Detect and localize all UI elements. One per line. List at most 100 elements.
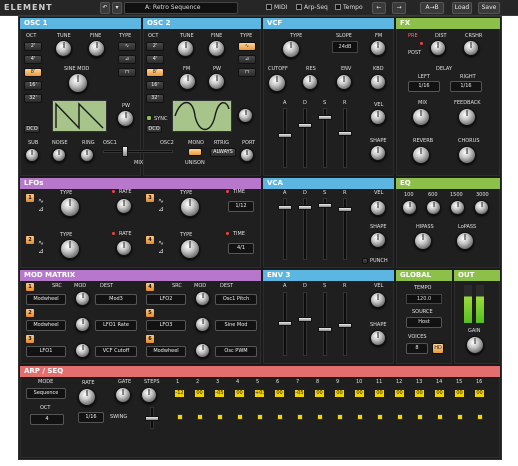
crshr-knob[interactable] [463, 40, 479, 56]
osc1-oct-16[interactable]: 16' [24, 81, 42, 90]
lfo2-rate-led[interactable] [112, 232, 115, 235]
port-knob[interactable] [240, 148, 254, 162]
lfo4-time-led[interactable] [226, 232, 229, 235]
step-value[interactable]: 00 [394, 389, 405, 398]
step-value[interactable]: 00 [414, 389, 425, 398]
vca-decay-fader[interactable] [298, 198, 312, 260]
osc2-oct-16[interactable]: 16' [146, 81, 164, 90]
osc1-dco-button[interactable]: DCO [24, 125, 40, 133]
mod-row4-amount-knob[interactable] [195, 291, 210, 306]
step-toggle[interactable] [417, 414, 423, 420]
eq-100-knob[interactable] [402, 200, 417, 215]
osc2-dco-button[interactable]: DCO [146, 125, 162, 133]
mod-row2-amount-knob[interactable] [75, 317, 90, 332]
mod-row6-dest[interactable]: Osc PWM [215, 346, 257, 357]
vcf-slope-display[interactable]: 24dB [332, 41, 358, 53]
vcf-release-fader[interactable] [338, 108, 352, 168]
sub-knob[interactable] [25, 148, 39, 162]
osc2-oct-8[interactable]: 8' [146, 68, 164, 77]
arp-swing-handle[interactable] [145, 416, 159, 421]
osc1-wave-pulse[interactable]: ⊓ [118, 68, 136, 77]
step-value[interactable]: 00 [454, 389, 465, 398]
next-preset-button[interactable]: → [392, 2, 406, 14]
vcf-shape-knob[interactable] [370, 145, 386, 161]
delay-right-select[interactable]: 1/16 [450, 81, 482, 92]
reverb-knob[interactable] [412, 146, 430, 164]
osc2-tune-knob[interactable] [177, 40, 194, 57]
step-toggle[interactable] [217, 414, 223, 420]
mod-row5-source[interactable]: LFO3 [146, 320, 186, 331]
vcf-fm-knob[interactable] [370, 40, 386, 56]
arp-swing-fader[interactable] [145, 407, 159, 429]
vca-sustain-handle[interactable] [318, 203, 332, 208]
osc2-wave-pulse[interactable]: ⊓ [238, 68, 256, 77]
step-toggle[interactable] [237, 414, 243, 420]
mod-row2-dest[interactable]: LFO1 Rate [95, 320, 137, 331]
tempo-display[interactable]: 120.0 [406, 294, 442, 304]
env3-shape-knob[interactable] [370, 330, 386, 346]
lopass-knob[interactable] [456, 232, 474, 250]
hipass-knob[interactable] [414, 232, 432, 250]
vca-punch-toggle[interactable] [362, 258, 368, 264]
vca-shape-knob[interactable] [370, 232, 386, 248]
arp-steps-knob[interactable] [141, 387, 157, 403]
mod-row1-source[interactable]: Modwheel [26, 294, 66, 305]
osc2-wave-saw[interactable]: ⊿ [238, 55, 256, 64]
arp-rate-knob[interactable] [78, 388, 96, 406]
vcf-env-knob[interactable] [336, 74, 352, 90]
tempo-toggle[interactable]: Tempo [335, 2, 363, 14]
osc2-oct-32[interactable]: 32' [146, 94, 164, 103]
eq-600-knob[interactable] [426, 200, 441, 215]
step-value[interactable]: 00 [334, 389, 345, 398]
step-value[interactable]: 00 [274, 389, 285, 398]
fx-mix-knob[interactable] [412, 108, 430, 126]
vcf-type-knob[interactable] [282, 40, 300, 58]
eq-1500-knob[interactable] [450, 200, 465, 215]
osc2-pw-mod-knob[interactable] [238, 108, 253, 123]
osc1-tune-knob[interactable] [55, 40, 72, 57]
always-button[interactable]: ALWAYS [210, 148, 236, 157]
step-toggle[interactable] [437, 414, 443, 420]
delay-left-select[interactable]: 1/16 [408, 81, 440, 92]
env3-sustain-fader[interactable] [318, 292, 332, 356]
osc1-wave-saw[interactable]: ⊿ [118, 55, 136, 64]
cutoff-knob[interactable] [268, 74, 286, 92]
step-value[interactable]: 00 [314, 389, 325, 398]
env3-release-fader[interactable] [338, 292, 352, 356]
step-value[interactable]: +03 [254, 389, 266, 398]
mod-row2-source[interactable]: Modwheel [26, 320, 66, 331]
step-toggle[interactable] [177, 414, 183, 420]
vca-release-fader[interactable] [338, 198, 352, 260]
prev-preset-button[interactable]: ← [372, 2, 386, 14]
gain-knob[interactable] [466, 336, 484, 354]
mod-row3-dest[interactable]: VCF Cutoff [95, 346, 137, 357]
osc1-sinemod-knob[interactable] [68, 73, 88, 93]
step-toggle[interactable] [377, 414, 383, 420]
step-toggle[interactable] [197, 414, 203, 420]
vca-attack-fader[interactable] [278, 198, 292, 260]
env3-release-handle[interactable] [338, 323, 352, 328]
mix-slider-track[interactable] [103, 150, 173, 153]
step-toggle[interactable] [277, 414, 283, 420]
vcf-decay-handle[interactable] [298, 123, 312, 128]
midi-toggle[interactable]: MIDI [266, 2, 287, 14]
dist-knob[interactable] [430, 40, 446, 56]
env3-attack-handle[interactable] [278, 321, 292, 326]
vcf-attack-handle[interactable] [278, 133, 292, 138]
osc2-pw-knob[interactable] [208, 73, 225, 90]
env3-sustain-handle[interactable] [318, 327, 332, 332]
lfo1-rate-knob[interactable] [116, 198, 132, 214]
vca-attack-handle[interactable] [278, 205, 292, 210]
vcf-decay-fader[interactable] [298, 108, 312, 168]
mod-row6-amount-knob[interactable] [195, 343, 210, 358]
lfo4-time-select[interactable]: 4/1 [228, 243, 254, 254]
osc2-fine-knob[interactable] [208, 40, 225, 57]
mono-button[interactable] [188, 148, 202, 156]
osc1-oct-4[interactable]: 4' [24, 55, 42, 64]
osc1-fine-knob[interactable] [88, 40, 105, 57]
lfo3-type-knob[interactable] [180, 197, 200, 217]
step-toggle[interactable] [397, 414, 403, 420]
lfo2-type-knob[interactable] [60, 239, 80, 259]
feedback-knob[interactable] [458, 108, 476, 126]
env3-decay-fader[interactable] [298, 292, 312, 356]
